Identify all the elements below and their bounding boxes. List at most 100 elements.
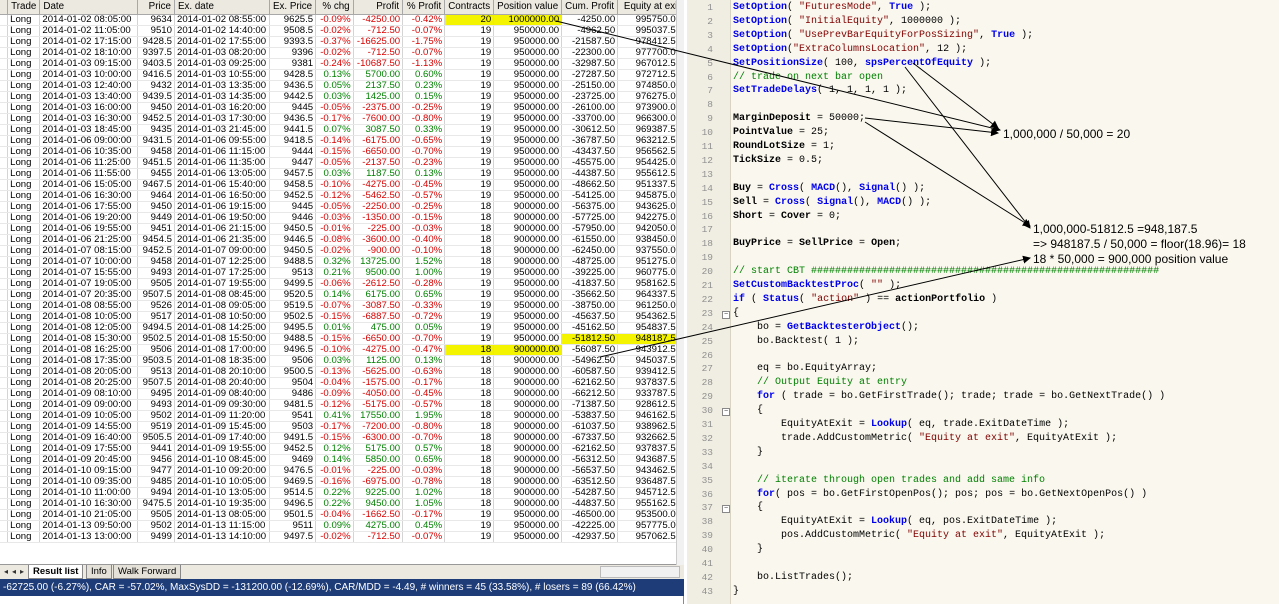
- row-selector[interactable]: [0, 190, 9, 202]
- row-selector[interactable]: [0, 454, 9, 466]
- table-row[interactable]: Long 2014-01-07 10:00:00 9458 2014-01-07 12…: [0, 256, 684, 268]
- row-selector[interactable]: [0, 366, 9, 378]
- table-row[interactable]: Long 2014-01-08 20:25:00 9507.5 2014-01-08 …: [0, 377, 684, 389]
- table-row[interactable]: Long 2014-01-03 16:00:00 9450 2014-01-03 16…: [0, 102, 684, 114]
- row-selector[interactable]: [0, 146, 9, 158]
- table-row[interactable]: Long 2014-01-09 20:45:00 9456 2014-01-10 08…: [0, 454, 684, 466]
- column-header--profit[interactable]: % Profit: [402, 0, 446, 15]
- table-row[interactable]: Long 2014-01-06 10:35:00 9458 2014-01-06 11…: [0, 146, 684, 158]
- table-row[interactable]: Long 2014-01-07 19:05:00 9505 2014-01-07 19…: [0, 278, 684, 290]
- table-row[interactable]: Long 2014-01-03 10:00:00 9416.5 2014-01-03 …: [0, 69, 684, 81]
- table-row[interactable]: Long 2014-01-09 16:40:00 9505.5 2014-01-09 …: [0, 432, 684, 444]
- table-row[interactable]: Long 2014-01-03 12:40:00 9432 2014-01-03 13…: [0, 80, 684, 92]
- table-row[interactable]: Long 2014-01-09 10:05:00 9502 2014-01-09 11…: [0, 410, 684, 422]
- row-selector[interactable]: [0, 377, 9, 389]
- vertical-scrollbar[interactable]: [676, 0, 684, 565]
- table-row[interactable]: Long 2014-01-03 13:40:00 9439.5 2014-01-03 …: [0, 91, 684, 103]
- table-row[interactable]: Long 2014-01-02 11:05:00 9510 2014-01-02 14…: [0, 25, 684, 37]
- table-row[interactable]: Long 2014-01-08 20:05:00 9513 2014-01-08 20…: [0, 366, 684, 378]
- column-header-equity-at-exit[interactable]: Equity at exit: [617, 0, 684, 15]
- row-selector[interactable]: [0, 47, 9, 59]
- row-selector[interactable]: [0, 388, 9, 400]
- column-header-price[interactable]: Price: [137, 0, 175, 15]
- table-row[interactable]: Long 2014-01-06 11:25:00 9451.5 2014-01-06 …: [0, 157, 684, 169]
- row-selector[interactable]: [0, 201, 9, 213]
- row-selector[interactable]: [0, 168, 9, 180]
- row-selector[interactable]: [0, 179, 9, 191]
- row-selector[interactable]: [0, 36, 9, 48]
- row-selector[interactable]: [0, 234, 9, 246]
- row-selector[interactable]: [0, 410, 9, 422]
- table-row[interactable]: Long 2014-01-13 09:50:00 9502 2014-01-13 11…: [0, 520, 684, 532]
- row-selector[interactable]: [0, 421, 9, 433]
- horizontal-scrollbar[interactable]: [600, 566, 680, 578]
- row-selector[interactable]: [0, 531, 9, 543]
- row-selector[interactable]: [0, 212, 9, 224]
- table-row[interactable]: Long 2014-01-08 16:25:00 9506 2014-01-08 17…: [0, 344, 684, 356]
- tab-walk-forward[interactable]: Walk Forward: [113, 565, 182, 579]
- tab-result-list[interactable]: Result list: [28, 565, 84, 579]
- table-row[interactable]: Long 2014-01-03 09:15:00 9403.5 2014-01-03 …: [0, 58, 684, 70]
- column-header-ex-date[interactable]: Ex. date: [174, 0, 270, 15]
- table-row[interactable]: Long 2014-01-02 18:10:00 9397.5 2014-01-03 …: [0, 47, 684, 59]
- table-row[interactable]: Long 2014-01-06 15:05:00 9467.5 2014-01-06 …: [0, 179, 684, 191]
- row-selector[interactable]: [0, 135, 9, 147]
- row-selector[interactable]: [0, 443, 9, 455]
- table-row[interactable]: Long 2014-01-09 17:55:00 9441 2014-01-09 19…: [0, 443, 684, 455]
- row-selector[interactable]: [0, 69, 9, 81]
- row-selector[interactable]: [0, 344, 9, 356]
- table-row[interactable]: Long 2014-01-09 09:00:00 9493 2014-01-09 09…: [0, 399, 684, 411]
- table-row[interactable]: Long 2014-01-02 08:05:00 9634 2014-01-02 08…: [0, 14, 684, 26]
- row-selector[interactable]: [0, 498, 9, 510]
- row-selector-header[interactable]: [0, 0, 9, 15]
- table-row[interactable]: Long 2014-01-07 08:15:00 9452.5 2014-01-07 …: [0, 245, 684, 257]
- table-row[interactable]: Long 2014-01-08 15:30:00 9502.5 2014-01-08 …: [0, 333, 684, 345]
- row-selector[interactable]: [0, 113, 9, 125]
- table-row[interactable]: Long 2014-01-10 09:35:00 9485 2014-01-10 10…: [0, 476, 684, 488]
- row-selector[interactable]: [0, 223, 9, 235]
- row-selector[interactable]: [0, 487, 9, 499]
- column-header-cum-profit[interactable]: Cum. Profit: [561, 0, 619, 15]
- table-row[interactable]: Long 2014-01-06 21:25:00 9454.5 2014-01-06 …: [0, 234, 684, 246]
- row-selector[interactable]: [0, 509, 9, 521]
- table-row[interactable]: Long 2014-01-08 08:55:00 9526 2014-01-08 09…: [0, 300, 684, 312]
- formula-editor[interactable]: 1 2 3 4 5 6 7 8 9 10 11 12 13 14 15 16 17 18 19 20 21 22 23−24…: [687, 0, 1279, 604]
- column-header-trade[interactable]: Trade: [7, 0, 41, 15]
- table-row[interactable]: Long 2014-01-10 11:00:00 9494 2014-01-10 13…: [0, 487, 684, 499]
- fold-toggle-icon[interactable]: −: [722, 310, 730, 319]
- fold-toggle-icon[interactable]: −: [722, 505, 730, 514]
- table-row[interactable]: Long 2014-01-03 16:30:00 9452.5 2014-01-03 …: [0, 113, 684, 125]
- table-row[interactable]: Long 2014-01-08 12:05:00 9494.5 2014-01-08 …: [0, 322, 684, 334]
- table-row[interactable]: Long 2014-01-06 17:55:00 9450 2014-01-06 19…: [0, 201, 684, 213]
- row-selector[interactable]: [0, 322, 9, 334]
- row-selector[interactable]: [0, 432, 9, 444]
- row-selector[interactable]: [0, 124, 9, 136]
- row-selector[interactable]: [0, 256, 9, 268]
- column-header--chg[interactable]: % chg: [315, 0, 354, 15]
- row-selector[interactable]: [0, 245, 9, 257]
- table-row[interactable]: Long 2014-01-07 20:35:00 9507.5 2014-01-08 …: [0, 289, 684, 301]
- row-selector[interactable]: [0, 157, 9, 169]
- table-row[interactable]: Long 2014-01-02 17:15:00 9428.5 2014-01-02 …: [0, 36, 684, 48]
- column-header-position-value[interactable]: Position value: [493, 0, 563, 15]
- row-selector[interactable]: [0, 80, 9, 92]
- column-header-date[interactable]: Date: [39, 0, 139, 15]
- row-selector[interactable]: [0, 333, 9, 345]
- row-selector[interactable]: [0, 14, 9, 26]
- table-row[interactable]: Long 2014-01-10 21:05:00 9505 2014-01-13 08…: [0, 509, 684, 521]
- row-selector[interactable]: [0, 278, 9, 290]
- row-selector[interactable]: [0, 102, 9, 114]
- row-selector[interactable]: [0, 25, 9, 37]
- table-row[interactable]: Long 2014-01-09 14:55:00 9519 2014-01-09 15…: [0, 421, 684, 433]
- table-row[interactable]: Long 2014-01-06 19:20:00 9449 2014-01-06 19…: [0, 212, 684, 224]
- tab-scroll-next-icon[interactable]: ▸: [18, 567, 26, 577]
- row-selector[interactable]: [0, 476, 9, 488]
- table-row[interactable]: Long 2014-01-08 17:35:00 9503.5 2014-01-08 …: [0, 355, 684, 367]
- table-row[interactable]: Long 2014-01-06 09:00:00 9431.5 2014-01-06 …: [0, 135, 684, 147]
- row-selector[interactable]: [0, 465, 9, 477]
- row-selector[interactable]: [0, 300, 9, 312]
- tab-info[interactable]: Info: [86, 565, 112, 579]
- column-header-ex-price[interactable]: Ex. Price: [269, 0, 317, 15]
- row-selector[interactable]: [0, 355, 9, 367]
- column-header-profit[interactable]: Profit: [353, 0, 404, 15]
